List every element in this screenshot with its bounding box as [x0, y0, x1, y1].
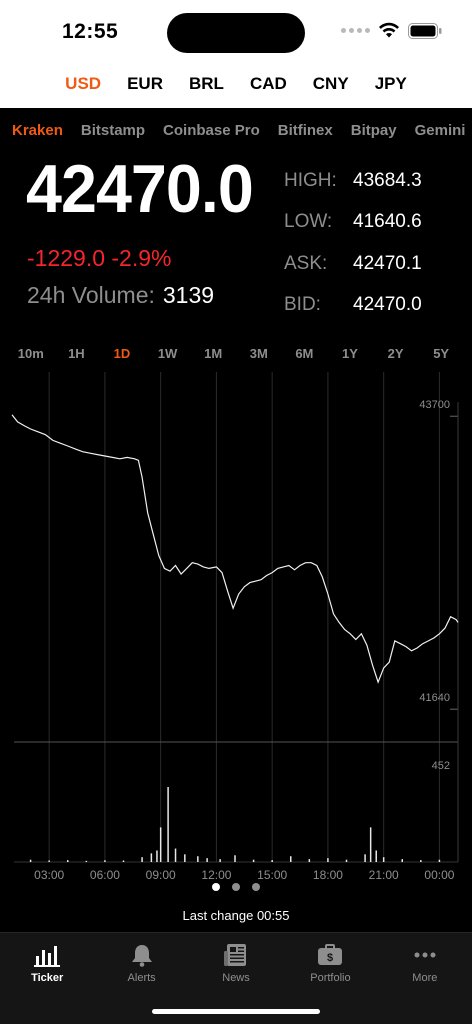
stat-low: LOW: 41640.6: [284, 202, 422, 244]
price-chart[interactable]: 43700 41640 452 03:00 06:00 09:00 12:00 15:00 18…: [0, 372, 472, 884]
stat-bid-value: 42470.0: [353, 294, 422, 316]
page-dot[interactable]: [252, 883, 260, 891]
exchange-bitstamp[interactable]: Bitstamp: [72, 108, 154, 139]
x-tick-label: 12:00: [201, 868, 231, 882]
y-tick-label: 41640: [419, 692, 450, 704]
price-line: [11, 414, 459, 684]
briefcase-dollar-icon: $: [318, 944, 343, 965]
range-2y[interactable]: 2Y: [376, 346, 416, 372]
page-dot[interactable]: [212, 883, 220, 891]
currency-eur[interactable]: EUR: [114, 62, 176, 108]
tab-news-label: News: [222, 972, 250, 984]
range-1y[interactable]: 1Y: [330, 346, 370, 372]
time-range-selector: 10m 1H 1D 1W 1M 3M 6M 1Y 2Y 5Y: [0, 346, 472, 372]
tab-portfolio-label: Portfolio: [310, 972, 351, 984]
exchange-selector[interactable]: Kraken Bitstamp Coinbase Pro Bitfinex Bitpay…: [0, 108, 472, 154]
exchange-bitfinex[interactable]: Bitfinex: [269, 108, 342, 139]
last-price: 42470.0: [26, 151, 254, 227]
status-time: 12:55: [62, 20, 119, 43]
volume-label: 24h Volume:: [27, 282, 155, 308]
stat-ask-label: ASK:: [284, 252, 328, 274]
price-stats: HIGH: 43684.3 LOW: 41640.6 ASK: 42470.1 BID…: [284, 160, 422, 326]
stat-high: HIGH: 43684.3: [284, 160, 422, 202]
wifi-icon: [379, 22, 399, 38]
price-change: -1229.0 -2.9%: [27, 245, 172, 271]
exchange-coinbase-pro[interactable]: Coinbase Pro: [154, 108, 269, 139]
stat-bid: BID: 42470.0: [284, 285, 422, 327]
y-tick-label: 43700: [419, 399, 450, 411]
range-1d[interactable]: 1D: [102, 346, 142, 372]
x-tick-label: 00:00: [424, 868, 454, 882]
range-1h[interactable]: 1H: [56, 346, 96, 372]
stat-ask: ASK: 42470.1: [284, 243, 422, 285]
stat-low-value: 41640.6: [353, 211, 422, 233]
range-5y[interactable]: 5Y: [421, 346, 461, 372]
tab-ticker[interactable]: Ticker: [0, 933, 94, 1024]
range-3m[interactable]: 3M: [239, 346, 279, 372]
stat-ask-value: 42470.1: [353, 252, 422, 274]
dynamic-island: [167, 13, 305, 53]
svg-text:$: $: [327, 952, 333, 964]
ellipsis-icon: [414, 952, 436, 958]
exchange-kraken[interactable]: Kraken: [0, 108, 72, 139]
x-tick-label: 09:00: [146, 868, 176, 882]
stat-bid-label: BID:: [284, 294, 321, 316]
currency-brl[interactable]: BRL: [176, 62, 237, 108]
battery-icon: [408, 22, 442, 39]
x-tick-label: 06:00: [90, 868, 120, 882]
cellular-signal-icon: [341, 28, 370, 33]
stat-low-label: LOW:: [284, 211, 333, 233]
volume-tick-label: 452: [432, 760, 450, 772]
tab-more-label: More: [412, 972, 438, 984]
status-icons: [341, 22, 442, 39]
x-tick-label: 21:00: [369, 868, 399, 882]
x-tick-label: 15:00: [257, 868, 287, 882]
bell-icon: [131, 945, 152, 967]
x-tick-label: 03:00: [34, 868, 64, 882]
newspaper-icon: [224, 944, 247, 966]
tab-more[interactable]: More: [378, 933, 472, 1024]
tab-ticker-label: Ticker: [31, 972, 64, 984]
volume-value: 3139: [162, 282, 215, 308]
currency-cny[interactable]: CNY: [300, 62, 362, 108]
page-dot[interactable]: [232, 883, 240, 891]
exchange-bitpay[interactable]: Bitpay: [342, 108, 406, 139]
home-indicator[interactable]: [152, 1009, 320, 1014]
currency-jpy[interactable]: JPY: [362, 62, 420, 108]
exchange-gemini[interactable]: Gemini: [406, 108, 472, 139]
tab-alerts-label: Alerts: [127, 972, 156, 984]
page-indicator[interactable]: [0, 883, 472, 891]
currency-selector: USD EUR BRL CAD CNY JPY: [0, 62, 472, 108]
currency-cad[interactable]: CAD: [237, 62, 300, 108]
currency-usd[interactable]: USD: [52, 62, 114, 108]
range-6m[interactable]: 6M: [284, 346, 324, 372]
range-10m[interactable]: 10m: [11, 346, 51, 372]
status-bar: 12:55: [0, 0, 472, 62]
range-1w[interactable]: 1W: [148, 346, 188, 372]
chart-bars-icon: [34, 946, 61, 967]
range-1m[interactable]: 1M: [193, 346, 233, 372]
x-tick-label: 18:00: [313, 868, 343, 882]
last-change: Last change 00:55: [182, 908, 290, 923]
stat-high-label: HIGH:: [284, 169, 337, 191]
stat-high-value: 43684.3: [353, 169, 422, 191]
volume-24h: 24h Volume: 3139: [27, 282, 214, 309]
